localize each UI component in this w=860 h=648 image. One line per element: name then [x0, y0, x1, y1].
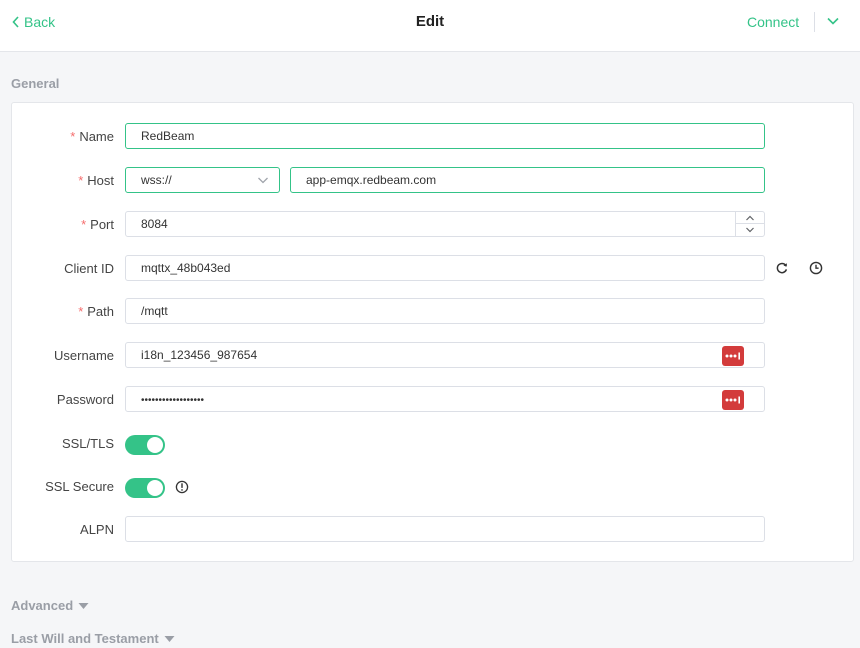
form-row-ssl-tls: SSL/TLS	[12, 430, 853, 458]
port-decrement-button[interactable]	[736, 224, 764, 236]
back-button[interactable]: Back	[12, 14, 55, 30]
alpn-label: ALPN	[80, 522, 114, 537]
required-mark: *	[78, 304, 84, 319]
form-row-port: * Port 8084	[12, 211, 853, 239]
toggle-knob	[147, 480, 163, 496]
password-input[interactable]: ••••••••••••••••••	[125, 386, 765, 412]
form-row-name: * Name RedBeam	[12, 123, 853, 151]
form-row-path: * Path /mqtt	[12, 298, 853, 326]
toggle-knob	[147, 437, 163, 453]
port-value: 8084	[141, 217, 168, 231]
password-value: ••••••••••••••••••	[141, 395, 205, 406]
section-title-last-will: Last Will and Testament	[11, 631, 159, 646]
form-row-ssl-secure: SSL Secure	[12, 473, 853, 501]
ssl-tls-toggle[interactable]	[125, 435, 165, 455]
section-title-advanced: Advanced	[11, 598, 74, 613]
required-mark: *	[78, 173, 84, 188]
header-divider	[814, 12, 815, 32]
username-input[interactable]: i18n_123456_987654	[125, 342, 765, 368]
form-row-client-id: Client ID mqttx_48b043ed	[12, 255, 853, 283]
port-input[interactable]: 8084	[125, 211, 765, 237]
ssl-tls-label: SSL/TLS	[61, 436, 114, 451]
client-id-input[interactable]: mqttx_48b043ed	[125, 255, 765, 281]
alpn-input[interactable]	[125, 516, 765, 542]
info-icon	[175, 480, 189, 494]
ssl-secure-info-button[interactable]	[175, 480, 189, 499]
ssl-secure-toggle[interactable]	[125, 478, 165, 498]
client-id-time-button[interactable]	[809, 261, 823, 280]
protocol-select[interactable]: wss://	[125, 167, 280, 193]
path-input[interactable]: /mqtt	[125, 298, 765, 324]
host-label: * Host	[78, 173, 114, 188]
chevron-left-icon	[12, 16, 19, 28]
refresh-client-id-button[interactable]	[775, 261, 789, 280]
general-card: * Name RedBeam * Host wss:// app-emqx.redb…	[11, 102, 854, 562]
protocol-value: wss://	[141, 173, 172, 187]
password-manager-icon	[725, 396, 740, 404]
clock-icon	[809, 261, 823, 275]
host-input[interactable]: app-emqx.redbeam.com	[290, 167, 765, 193]
port-label: * Port	[81, 217, 114, 232]
password-label: Password	[56, 392, 114, 407]
page-title: Edit	[415, 13, 445, 30]
password-manager-button[interactable]	[722, 390, 744, 410]
password-manager-icon	[725, 352, 740, 360]
chevron-down-icon	[258, 177, 268, 184]
chevron-down-icon	[746, 227, 754, 233]
section-toggle-advanced[interactable]: Advanced	[11, 598, 89, 613]
chevron-down-icon	[827, 17, 839, 25]
port-stepper	[735, 212, 764, 236]
section-toggle-last-will[interactable]: Last Will and Testament	[11, 631, 175, 646]
name-input[interactable]: RedBeam	[125, 123, 765, 149]
required-mark: *	[70, 129, 76, 144]
ssl-secure-label: SSL Secure	[45, 479, 114, 494]
username-value: i18n_123456_987654	[141, 348, 258, 362]
password-manager-button[interactable]	[722, 346, 744, 366]
required-mark: *	[81, 217, 87, 232]
caret-down-icon	[78, 602, 89, 609]
refresh-icon	[776, 262, 788, 274]
header-bar: Back Edit Connect	[0, 0, 860, 52]
section-title-general: General	[11, 76, 60, 91]
form-row-username: Username i18n_123456_987654	[12, 342, 853, 370]
form-row-host: * Host wss:// app-emqx.redbeam.com	[12, 167, 853, 195]
name-label: * Name	[70, 129, 114, 144]
back-label: Back	[24, 14, 56, 30]
caret-down-icon	[164, 635, 175, 642]
port-increment-button[interactable]	[736, 212, 764, 224]
form-row-alpn: ALPN	[12, 516, 853, 544]
form-row-password: Password ••••••••••••••••••	[12, 386, 853, 414]
username-label: Username	[54, 348, 114, 363]
chevron-up-icon	[746, 215, 754, 220]
client-id-label: Client ID	[64, 261, 114, 276]
path-label: * Path	[78, 304, 114, 319]
connect-dropdown-button[interactable]	[826, 14, 840, 33]
connect-button[interactable]: Connect	[747, 14, 799, 30]
